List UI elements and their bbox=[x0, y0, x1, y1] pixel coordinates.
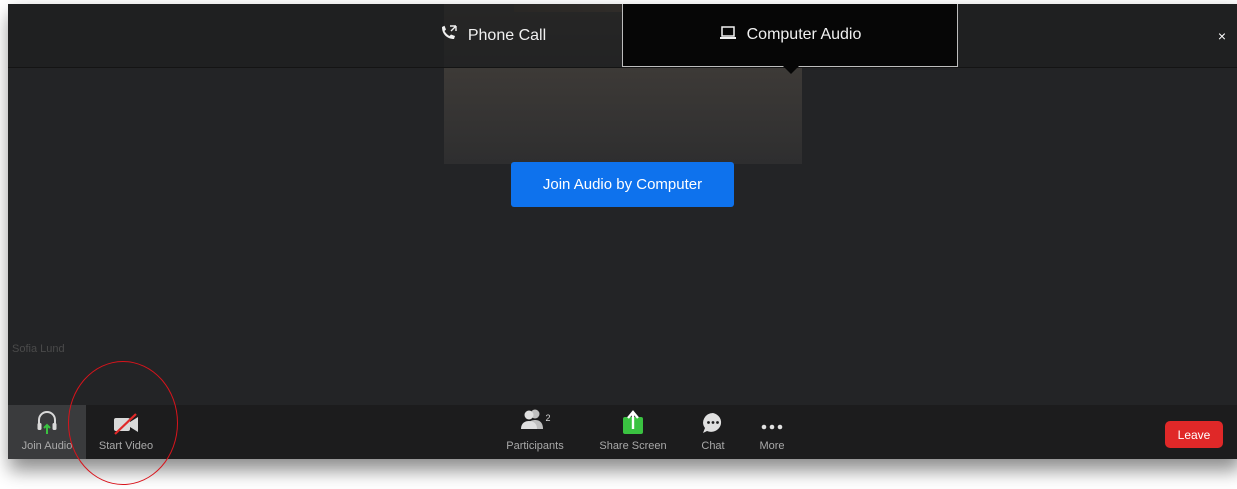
tab-computer-audio-label: Computer Audio bbox=[746, 26, 862, 43]
meeting-window: Phone Call Computer Audio × Join Audio b… bbox=[8, 4, 1237, 459]
headphones-icon bbox=[35, 405, 59, 435]
join-audio-button[interactable]: Join Audio bbox=[8, 405, 86, 459]
meeting-toolbar: Join Audio Start Video 2 Participants Sh… bbox=[8, 405, 1237, 459]
close-icon[interactable]: × bbox=[1218, 28, 1226, 44]
more-button[interactable]: More bbox=[754, 405, 790, 459]
chat-icon bbox=[701, 405, 725, 435]
chat-button[interactable]: Chat bbox=[694, 405, 732, 459]
join-audio-by-computer-button[interactable]: Join Audio by Computer bbox=[511, 162, 734, 207]
leave-button[interactable]: Leave bbox=[1165, 421, 1223, 448]
more-label: More bbox=[759, 440, 785, 452]
phone-icon bbox=[440, 25, 468, 46]
tab-phone-call-label: Phone Call bbox=[467, 26, 547, 44]
share-screen-button[interactable]: Share Screen bbox=[598, 405, 668, 459]
participants-count-badge: 2 bbox=[545, 413, 551, 423]
chat-label: Chat bbox=[701, 440, 725, 452]
share-screen-label: Share Screen bbox=[599, 440, 667, 452]
more-icon bbox=[760, 405, 784, 435]
video-off-icon bbox=[111, 405, 141, 435]
audio-options-bar: Phone Call Computer Audio × bbox=[8, 4, 1237, 74]
tab-caret bbox=[783, 66, 799, 74]
participant-name-label: Sofia Lund bbox=[12, 343, 65, 355]
participants-label: Participants bbox=[506, 440, 564, 452]
participants-icon bbox=[520, 408, 544, 435]
join-audio-label: Join Audio bbox=[21, 440, 73, 452]
participants-button[interactable]: 2 Participants bbox=[502, 405, 568, 459]
start-video-button[interactable]: Start Video bbox=[96, 405, 156, 459]
start-video-label: Start Video bbox=[98, 440, 154, 452]
share-screen-icon bbox=[621, 405, 645, 435]
laptop-icon bbox=[719, 25, 747, 45]
tab-computer-audio[interactable]: Computer Audio bbox=[622, 4, 958, 74]
tab-phone-call[interactable]: Phone Call bbox=[368, 4, 618, 67]
